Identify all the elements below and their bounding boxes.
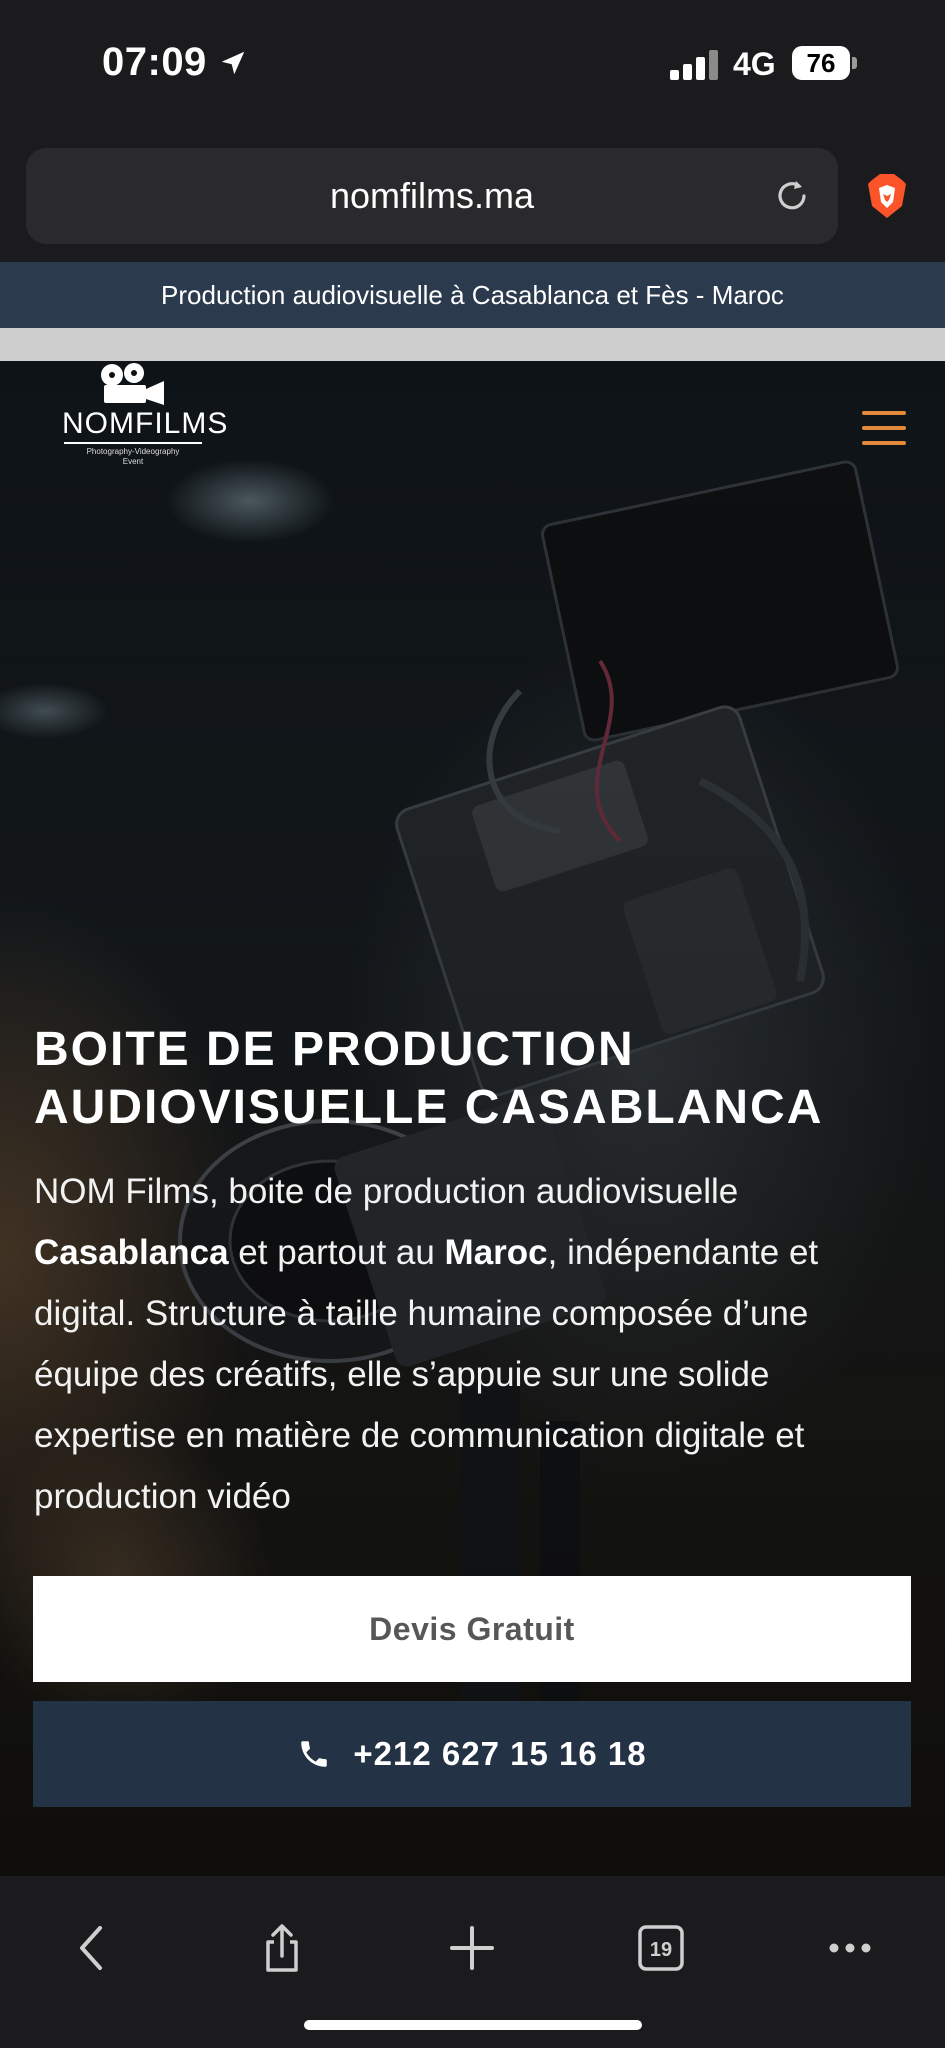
free-quote-button[interactable]: Devis Gratuit (33, 1576, 911, 1682)
logo-subtitle: Photography-Videography Event (86, 447, 180, 466)
address-bar-url[interactable]: nomfilms.ma (26, 148, 838, 244)
network-type: 4G (733, 46, 776, 82)
hero-headline: BOITE DE PRODUCTION AUDIOVISUELLE CASABL… (34, 1023, 824, 1134)
new-tab-icon[interactable] (446, 1922, 498, 1974)
battery-icon: 76 (792, 46, 858, 80)
back-icon[interactable] (68, 1922, 120, 1974)
more-menu-icon[interactable] (824, 1922, 876, 1974)
browser-address-row: nomfilms.ma (0, 130, 945, 262)
address-bar[interactable]: nomfilms.ma (26, 148, 838, 244)
cellular-signal-icon (670, 50, 718, 80)
phone-number: +212 627 15 16 18 (353, 1735, 647, 1772)
divider-band (0, 328, 945, 361)
hero-section: NOMFILMS Photography-Videography Event B… (0, 361, 945, 1876)
logo-wordmark: NOMFILMS (62, 407, 229, 440)
hero-description: NOM Films, boite de production audiovisu… (34, 1172, 819, 1516)
menu-hamburger-icon[interactable] (862, 411, 906, 445)
home-indicator[interactable] (304, 2020, 642, 2030)
browser-toolbar: 19 (0, 1876, 945, 2048)
film-camera-logo-icon (101, 363, 164, 405)
tabs-icon[interactable]: 19 (635, 1922, 687, 1974)
share-icon[interactable] (256, 1922, 308, 1974)
site-logo[interactable]: NOMFILMS Photography-Videography Event (62, 361, 229, 473)
location-arrow-icon (221, 51, 245, 75)
site-top-banner: Production audiovisuelle à Casablanca et… (0, 262, 945, 328)
brave-shield-icon[interactable] (866, 172, 908, 220)
call-phone-button[interactable]: +212 627 15 16 18 (33, 1701, 911, 1807)
status-bar: 07:09 4G 76 (0, 0, 945, 130)
reload-icon[interactable] (772, 176, 812, 216)
battery-level: 76 (792, 46, 850, 80)
phone-icon (301, 1741, 328, 1767)
status-time: 07:09 (102, 40, 207, 84)
tab-count: 19 (650, 1939, 672, 1961)
